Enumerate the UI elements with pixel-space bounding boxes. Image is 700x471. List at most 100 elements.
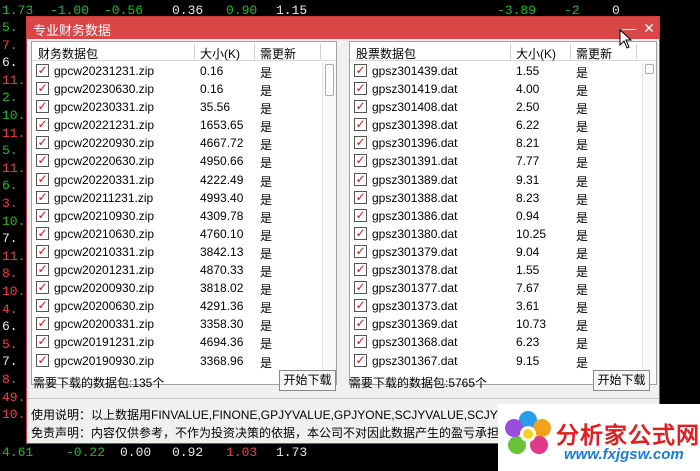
needs-update: 是 [260,156,273,171]
row-checkbox[interactable]: ✓ [36,226,49,240]
list-row[interactable]: ✓ gpsz301389.dat 9.31 是 [350,171,642,189]
list-row[interactable]: ✓ gpcw20191231.zip 4694.36 是 [32,333,322,351]
column-header-update[interactable]: 需更新 [576,45,612,62]
list-row[interactable]: ✓ gpsz301386.dat 0.94 是 [350,207,642,225]
list-row[interactable]: ✓ gpsz301373.dat 3.61 是 [350,297,642,315]
row-checkbox[interactable]: ✓ [36,244,49,258]
list-row[interactable]: ✓ gpsz301378.dat 1.55 是 [350,261,642,279]
row-checkbox[interactable]: ✓ [354,281,367,295]
list-row[interactable]: ✓ gpsz301398.dat 6.22 是 [350,116,642,134]
list-row[interactable]: ✓ gpcw20220331.zip 4222.49 是 [32,171,322,189]
row-checkbox[interactable]: ✓ [354,136,367,150]
list-row[interactable]: ✓ gpsz301367.dat 9.15 是 [350,352,642,370]
row-checkbox[interactable]: ✓ [36,100,49,114]
vertical-scrollbar[interactable] [322,62,336,384]
list-row[interactable]: ✓ gpcw20221231.zip 1653.65 是 [32,116,322,134]
row-checkbox[interactable]: ✓ [354,172,367,186]
row-checkbox[interactable]: ✓ [36,154,49,168]
row-checkbox[interactable]: ✓ [354,118,367,132]
needs-update: 是 [260,246,273,261]
row-checkbox[interactable]: ✓ [354,154,367,168]
column-header-update[interactable]: 需更新 [260,45,296,62]
list-row[interactable]: ✓ gpsz301408.dat 2.50 是 [350,98,642,116]
list-row[interactable]: ✓ gpsz301396.dat 8.21 是 [350,134,642,152]
scroll-thumb[interactable] [325,64,334,96]
package-size: 1.55 [516,64,540,78]
finance-download-count: 需要下载的数据包:135个 [33,376,165,390]
needs-update: 是 [260,301,273,316]
list-row[interactable]: ✓ gpcw20201231.zip 4870.33 是 [32,261,322,279]
row-checkbox[interactable]: ✓ [354,64,367,77]
list-row[interactable]: ✓ gpsz301419.dat 4.00 是 [350,80,642,98]
close-button[interactable]: ✕ [639,18,659,38]
price-value: 11. [2,248,26,264]
row-checkbox[interactable]: ✓ [354,244,367,258]
row-checkbox[interactable]: ✓ [354,353,367,367]
row-checkbox[interactable]: ✓ [354,263,367,277]
needs-update: 是 [260,120,273,135]
row-checkbox[interactable]: ✓ [36,118,49,132]
package-name: gpcw20200630.zip [54,299,155,314]
column-header-size[interactable]: 大小(K) [516,45,556,62]
needs-update: 是 [260,228,273,243]
row-checkbox[interactable]: ✓ [36,82,49,96]
list-row[interactable]: ✓ gpsz301377.dat 7.67 是 [350,279,642,297]
row-checkbox[interactable]: ✓ [36,299,49,313]
row-checkbox[interactable]: ✓ [354,335,367,349]
price-value: 11. [2,125,26,141]
list-row[interactable]: ✓ gpcw20210930.zip 4309.78 是 [32,207,322,225]
row-checkbox[interactable]: ✓ [354,208,367,222]
row-checkbox[interactable]: ✓ [36,64,49,77]
list-row[interactable]: ✓ gpcw20200930.zip 3818.02 是 [32,279,322,297]
list-row[interactable]: ✓ gpcw20220630.zip 4950.66 是 [32,152,322,170]
row-checkbox[interactable]: ✓ [36,136,49,150]
list-row[interactable]: ✓ gpcw20230630.zip 0.16 是 [32,80,322,98]
start-download-button-stock[interactable]: 开始下载 [593,370,650,391]
list-row[interactable]: ✓ gpsz301379.dat 9.04 是 [350,243,642,261]
price-value: 6. [2,178,18,194]
row-checkbox[interactable]: ✓ [36,172,49,186]
start-download-button-finance[interactable]: 开始下载 [279,370,336,391]
list-row[interactable]: ✓ gpsz301391.dat 7.77 是 [350,152,642,170]
row-checkbox[interactable]: ✓ [354,317,367,331]
row-checkbox[interactable]: ✓ [36,335,49,349]
list-row[interactable]: ✓ gpcw20200331.zip 3358.30 是 [32,315,322,333]
row-checkbox[interactable]: ✓ [36,281,49,295]
list-row[interactable]: ✓ gpcw20220930.zip 4667.72 是 [32,134,322,152]
row-checkbox[interactable]: ✓ [354,82,367,96]
list-row[interactable]: ✓ gpcw20190930.zip 3368.96 是 [32,352,322,370]
column-header-size[interactable]: 大小(K) [200,45,240,62]
list-row[interactable]: ✓ gpcw20211231.zip 4993.40 是 [32,189,322,207]
list-row[interactable]: ✓ gpsz301388.dat 8.23 是 [350,189,642,207]
list-row[interactable]: ✓ gpcw20210630.zip 4760.10 是 [32,225,322,243]
row-checkbox[interactable]: ✓ [36,353,49,367]
list-row[interactable]: ✓ gpcw20231231.zip 0.16 是 [32,62,322,80]
vertical-scrollbar[interactable] [642,62,656,384]
row-checkbox[interactable]: ✓ [354,226,367,240]
row-checkbox[interactable]: ✓ [36,190,49,204]
row-checkbox[interactable]: ✓ [354,190,367,204]
price-value: 5. [2,336,18,352]
row-checkbox[interactable]: ✓ [354,100,367,114]
scroll-thumb[interactable] [645,64,654,74]
row-checkbox[interactable]: ✓ [36,208,49,222]
row-checkbox[interactable]: ✓ [36,263,49,277]
column-header-name[interactable]: 股票数据包 [356,45,416,62]
dialog-titlebar[interactable]: 专业财务数据 — ✕ [27,17,659,39]
package-size: 6.22 [516,118,540,133]
needs-update: 是 [576,120,589,135]
column-header-name[interactable]: 财务数据包 [38,45,98,62]
row-checkbox[interactable]: ✓ [354,299,367,313]
row-checkbox[interactable]: ✓ [36,317,49,331]
list-row[interactable]: ✓ gpsz301380.dat 10.25 是 [350,225,642,243]
package-name: gpsz301369.dat [372,317,458,332]
package-size: 3368.96 [200,353,244,368]
list-row[interactable]: ✓ gpcw20200630.zip 4291.36 是 [32,297,322,315]
list-row[interactable]: ✓ gpsz301439.dat 1.55 是 [350,62,642,80]
list-row[interactable]: ✓ gpsz301368.dat 6.23 是 [350,333,642,351]
package-size: 7.67 [516,281,540,296]
needs-update: 是 [260,84,273,99]
list-row[interactable]: ✓ gpcw20210331.zip 3842.13 是 [32,243,322,261]
list-row[interactable]: ✓ gpcw20230331.zip 35.56 是 [32,98,322,116]
list-row[interactable]: ✓ gpsz301369.dat 10.73 是 [350,315,642,333]
